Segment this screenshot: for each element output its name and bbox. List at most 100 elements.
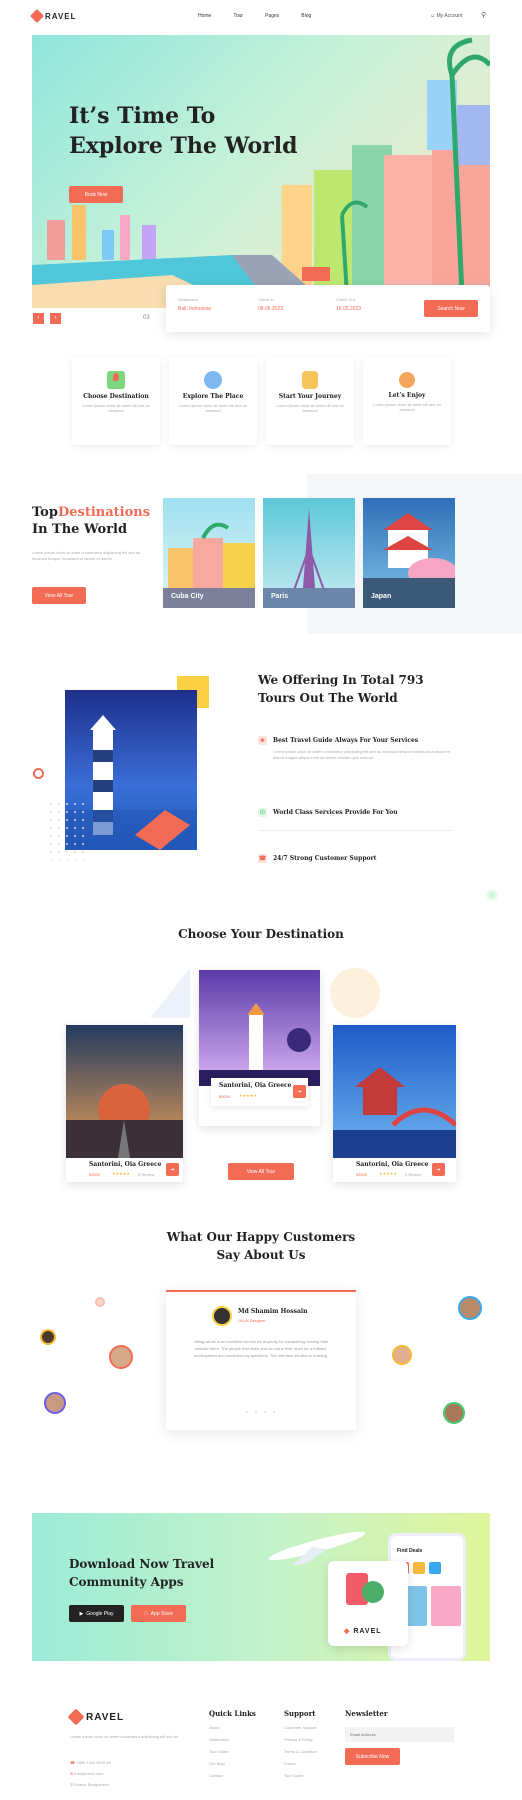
footer-link[interactable]: Privacy & Policy xyxy=(284,1737,317,1742)
checkin-field[interactable]: Check In 08.05.2023 xyxy=(258,297,330,312)
tour-card-name: Santorini, Oia Greece xyxy=(219,1082,292,1089)
rating-stars: ★★★★★ xyxy=(379,1171,397,1176)
top-dest-title-b: Destinations xyxy=(57,505,151,520)
customer-avatar[interactable] xyxy=(458,1296,482,1320)
customer-avatar[interactable] xyxy=(109,1345,133,1369)
slide-counter: 03 xyxy=(143,315,150,321)
customer-avatar[interactable] xyxy=(443,1402,465,1424)
destination-card-paris[interactable]: Paris xyxy=(263,498,355,608)
search-now-button[interactable]: Search Now xyxy=(424,300,478,317)
apple-icon:  xyxy=(144,1611,148,1617)
main-nav: Home Tour Pages Blog xyxy=(198,13,311,19)
carousel-dots[interactable]: • • • • xyxy=(246,1410,278,1416)
feature-text: Lorem ipsum dolor sit amet elit sed do e… xyxy=(179,403,247,413)
tour-card[interactable]: Santorini, Oia Greece $3000 ★★★★★ 5 Revi… xyxy=(66,1025,183,1182)
footer-address[interactable]: ⚲ Dhaka, Bangladesh xyxy=(70,1779,111,1790)
customer-name: Md Shamim Hossain xyxy=(238,1308,308,1315)
book-now-button[interactable]: Book Now xyxy=(69,186,123,203)
view-all-tour-button[interactable]: View All Tour xyxy=(32,587,86,604)
choose-title: Choose Your Destination xyxy=(178,927,344,941)
feature-text: Lorem ipsum dolor sit amet elit sed do e… xyxy=(82,403,150,413)
footer-link[interactable]: About xyxy=(209,1725,256,1730)
phone-icon: ☎ xyxy=(70,1760,75,1765)
card-arrow-button[interactable]: ➜ xyxy=(432,1163,445,1176)
google-play-label: Google Play xyxy=(86,1610,114,1617)
checkout-label: Check Out xyxy=(336,297,355,302)
hero-title: It’s Time To Explore The World xyxy=(69,101,298,161)
decor-triangle xyxy=(150,968,190,1018)
testimonial-title-line1: What Our Happy Customers xyxy=(166,1230,356,1244)
tour-card-image xyxy=(333,1025,458,1158)
support-icon: ☎ xyxy=(258,854,267,863)
customer-role: UI/UX Designer xyxy=(238,1318,266,1323)
checkout-field[interactable]: Check Out 15.05.2023 xyxy=(336,297,408,312)
destination-value: Bali, Indonesia xyxy=(178,306,211,312)
tour-card-name: Santorini, Oia Greece xyxy=(356,1161,429,1168)
binoculars-icon xyxy=(204,371,222,389)
decor-circle xyxy=(33,768,44,779)
footer-link[interactable]: Forum xyxy=(284,1761,317,1766)
card-arrow-button[interactable]: ➜ xyxy=(293,1085,306,1098)
feature-card: Start Your Journey Lorem ipsum dolor sit… xyxy=(266,357,354,445)
footer-heading: Newsletter xyxy=(345,1709,388,1718)
search-icon[interactable]: ⚲ xyxy=(481,11,486,19)
customer-avatar[interactable] xyxy=(95,1297,105,1307)
destination-card-cuba[interactable]: Cuba City xyxy=(163,498,255,608)
checkin-label: Check In xyxy=(258,297,274,302)
customer-avatar[interactable] xyxy=(44,1392,66,1414)
customer-avatar[interactable] xyxy=(392,1345,412,1365)
tour-card[interactable]: Santorini, Oia Greece $3000 ★★★★★ ➜ xyxy=(199,970,320,1126)
footer-email-text: info@travel.com xyxy=(74,1771,104,1776)
hero-title-line1: It’s Time To xyxy=(69,103,216,129)
offer-item[interactable]: ★ Best Travel Guide Always For Your Servi… xyxy=(258,736,458,761)
destination-card-japan[interactable]: Japan xyxy=(363,498,455,608)
footer-link[interactable]: Terms & Condition xyxy=(284,1749,317,1754)
feature-title: Let’s Enjoy xyxy=(388,392,426,399)
slider-next-button[interactable]: › xyxy=(50,313,61,324)
choose-view-all-button[interactable]: View All Tour xyxy=(228,1163,294,1180)
app-title: Download Now Travel Community Apps xyxy=(69,1555,214,1591)
google-play-button[interactable]: ▶ Google Play xyxy=(69,1605,124,1622)
footer-logo[interactable]: RAVEL xyxy=(67,1708,125,1726)
destination-field[interactable]: Destination Bali, Indonesia xyxy=(178,297,250,312)
footer-link[interactable]: Tour Guide xyxy=(284,1773,317,1778)
destination-card-label: Japan xyxy=(371,593,392,600)
footer-link[interactable]: Customer Support xyxy=(284,1725,317,1730)
slider-prev-button[interactable]: ‹ xyxy=(33,313,44,324)
nav-item-home[interactable]: Home xyxy=(198,13,211,19)
footer-email[interactable]: ✉ info@travel.com xyxy=(70,1768,111,1779)
app-title-line2: Community Apps xyxy=(69,1575,184,1589)
customer-avatar[interactable] xyxy=(40,1329,56,1345)
logo[interactable]: RAVEL xyxy=(29,8,77,24)
feature-title: Choose Destination xyxy=(83,393,149,400)
footer-address-text: Dhaka, Bangladesh xyxy=(74,1782,109,1787)
feature-card: Explore The Place Lorem ipsum dolor sit … xyxy=(169,357,257,445)
newsletter-email-input[interactable] xyxy=(345,1727,454,1742)
card-arrow-button[interactable]: ➜ xyxy=(166,1163,179,1176)
footer-link[interactable]: Destination xyxy=(209,1737,256,1742)
nav-item-pages[interactable]: Pages xyxy=(265,13,279,19)
nav-item-blog[interactable]: Blog xyxy=(301,13,311,19)
logo-icon xyxy=(29,8,45,24)
offer-item[interactable]: ☎ 24/7 Strong Customer Support xyxy=(258,854,376,863)
app-store-button[interactable]: App Store xyxy=(131,1605,186,1622)
offer-item[interactable]: ☉ World Class Services Provide For You xyxy=(258,808,398,817)
account-link[interactable]: ☺ My Account xyxy=(430,13,462,19)
testimonial-title: What Our Happy Customers Say About Us xyxy=(0,1228,522,1264)
phone-brand-text: RAVEL xyxy=(353,1628,382,1635)
globe-icon: ☉ xyxy=(258,808,267,817)
phone-card: ◆ RAVEL xyxy=(328,1561,408,1646)
footer-link[interactable]: Our Blog xyxy=(209,1761,256,1766)
footer-phone[interactable]: ☎ +880 1234 5678 90 xyxy=(70,1757,111,1768)
footer-link[interactable]: Tour Guide xyxy=(209,1749,256,1754)
footer-link[interactable]: Contact xyxy=(209,1773,256,1778)
divider xyxy=(258,830,452,831)
guide-icon: ★ xyxy=(258,736,267,745)
footer-logo-text: RAVEL xyxy=(86,1711,125,1723)
subscribe-button[interactable]: Subscribe Now xyxy=(345,1748,400,1765)
rating-stars: ★★★★★ xyxy=(112,1171,130,1176)
rating-stars: ★★★★★ xyxy=(239,1093,257,1098)
nav-item-tour[interactable]: Tour xyxy=(233,13,243,19)
tour-card[interactable]: Santorini, Oia Greece $3000 ★★★★★ 5 Revi… xyxy=(333,1025,458,1182)
testimonial-card: Md Shamim Hossain UI/UX Designer Jetlag … xyxy=(166,1290,356,1430)
